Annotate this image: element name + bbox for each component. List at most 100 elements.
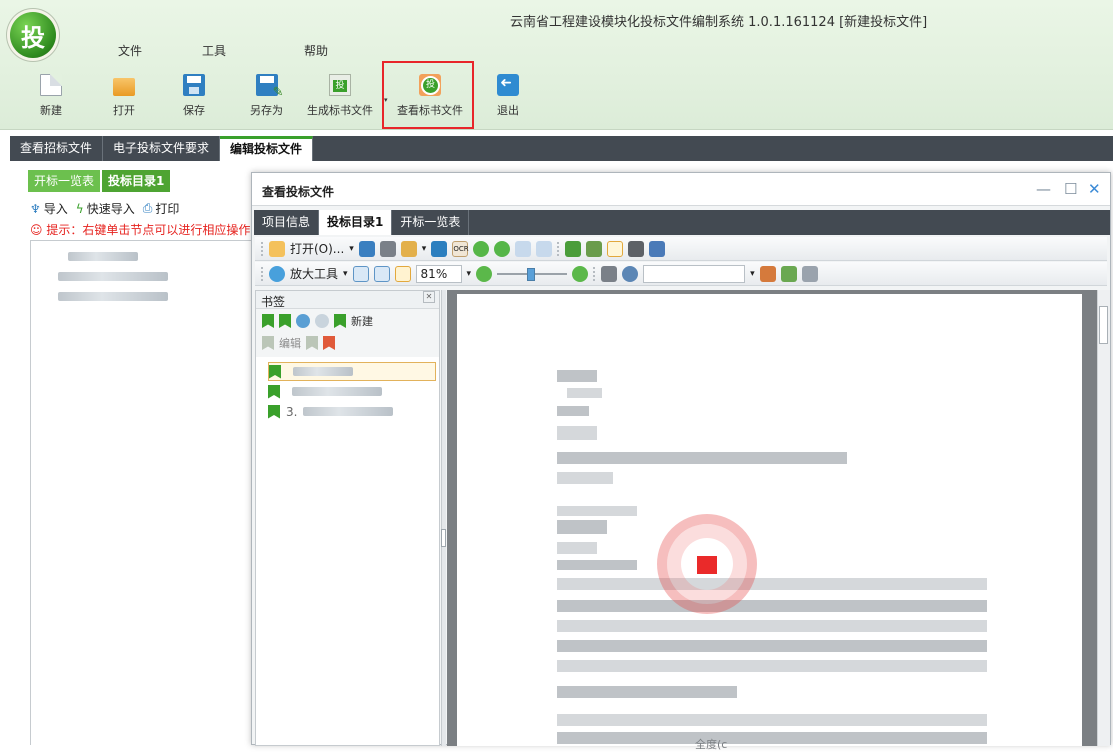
pixelated-text xyxy=(557,542,597,554)
undo-icon[interactable] xyxy=(515,240,532,257)
chevron-down-icon[interactable]: ▾ xyxy=(349,244,354,254)
tools-icon[interactable] xyxy=(801,265,818,282)
collapse-bookmark-icon[interactable] xyxy=(279,314,291,328)
new-bookmark-label[interactable]: 新建 xyxy=(351,313,373,329)
zoom-plus-icon[interactable] xyxy=(572,265,589,282)
save-button-label: 保存 xyxy=(183,104,205,117)
maximize-icon[interactable]: ☐ xyxy=(1064,180,1077,198)
zoom-in-icon[interactable] xyxy=(296,314,310,328)
fit-page-icon[interactable] xyxy=(373,265,390,282)
back-icon[interactable] xyxy=(473,240,490,257)
tree-node[interactable] xyxy=(68,252,138,261)
edit-bookmark-icon[interactable] xyxy=(262,336,274,350)
minimize-icon[interactable]: — xyxy=(1036,180,1051,198)
save-button[interactable]: 保存 xyxy=(183,74,205,124)
chevron-down-icon[interactable]: ▾ xyxy=(750,269,755,279)
tree-node[interactable] xyxy=(58,292,168,301)
open-menu[interactable]: 打开(O)... xyxy=(290,240,344,257)
rotate-icon[interactable] xyxy=(565,240,582,257)
bookmark-color-icon[interactable] xyxy=(323,336,335,350)
vertical-scrollbar[interactable] xyxy=(1097,290,1110,746)
toolbar-grip xyxy=(261,241,264,256)
binoculars-icon[interactable] xyxy=(601,265,618,282)
tab-bid-catalog[interactable]: 投标目录1 xyxy=(319,210,393,235)
email-icon[interactable] xyxy=(431,240,448,257)
snapshot-icon[interactable] xyxy=(628,240,645,257)
lightning-icon: ϟ xyxy=(75,201,84,216)
close-icon[interactable]: ✕ xyxy=(1088,180,1101,198)
forward-icon[interactable] xyxy=(494,240,511,257)
save-icon[interactable] xyxy=(358,240,375,257)
search-input[interactable] xyxy=(643,264,746,283)
fit-width-icon[interactable] xyxy=(394,265,411,282)
new-bookmark-icon[interactable] xyxy=(334,314,346,328)
pixelated-text xyxy=(557,560,637,570)
hand-tool-icon[interactable] xyxy=(607,240,624,257)
collapse-handle[interactable] xyxy=(441,529,446,547)
text-select-icon[interactable] xyxy=(649,240,666,257)
globe-icon[interactable] xyxy=(622,265,639,282)
seal-center-icon xyxy=(697,556,717,574)
signature-icon[interactable] xyxy=(780,265,797,282)
zoom-input[interactable]: 81% xyxy=(415,264,462,283)
generate-bid-icon xyxy=(329,74,351,96)
bookmark-node[interactable] xyxy=(268,382,436,401)
printer-icon: ⎙ xyxy=(142,201,153,215)
zoom-in-icon[interactable] xyxy=(269,265,285,282)
subtab-bid-catalog[interactable]: 投标目录1 xyxy=(102,170,171,192)
bookmarks-title: 书签 xyxy=(261,295,286,309)
bookmark-node[interactable] xyxy=(268,362,436,381)
open-folder-icon[interactable] xyxy=(269,240,285,257)
tree-node[interactable] xyxy=(58,272,168,281)
quick-import-button[interactable]: ϟ 快速导入 xyxy=(76,200,135,217)
zoom-out-icon[interactable] xyxy=(315,314,329,328)
page-icon[interactable] xyxy=(586,240,603,257)
pixelated-text xyxy=(557,686,737,698)
print-button[interactable]: ⎙ 打印 xyxy=(143,200,180,217)
chevron-down-icon[interactable]: ▾ xyxy=(467,269,472,279)
pixelated-text xyxy=(557,452,847,464)
zoom-out-icon[interactable] xyxy=(476,265,493,282)
left-sub-tabs: 开标一览表 投标目录1 xyxy=(28,170,172,192)
zoom-slider[interactable] xyxy=(497,267,568,281)
redo-icon[interactable] xyxy=(536,240,553,257)
close-icon[interactable]: ✕ xyxy=(423,291,435,303)
delete-bookmark-icon[interactable] xyxy=(306,336,318,350)
expand-bookmark-icon[interactable] xyxy=(262,314,274,328)
menu-file[interactable]: 文件 xyxy=(118,42,142,59)
menu-tools[interactable]: 工具 xyxy=(202,42,226,59)
import-button[interactable]: ♆ 导入 xyxy=(30,200,68,217)
chevron-down-icon[interactable]: ▾ xyxy=(343,269,348,279)
tab-bid-opening[interactable]: 开标一览表 xyxy=(392,210,470,235)
zoom-tool-menu[interactable]: 放大工具 xyxy=(290,265,338,282)
tab-view-tender[interactable]: 查看招标文件 xyxy=(10,136,104,161)
bookmark-text xyxy=(292,387,382,396)
ocr-icon[interactable]: OCR xyxy=(452,240,469,257)
toolbar-grip xyxy=(557,241,560,256)
pixelated-text xyxy=(557,520,607,534)
generate-bid-button[interactable]: 生成标书文件 xyxy=(307,74,373,124)
stamp-icon[interactable] xyxy=(759,265,776,282)
tab-edit-bid[interactable]: 编辑投标文件 xyxy=(220,136,314,161)
subtab-bid-opening[interactable]: 开标一览表 xyxy=(28,170,101,192)
new-button[interactable]: 新建 xyxy=(40,74,62,124)
actual-size-icon[interactable] xyxy=(352,265,369,282)
usb-import-icon: ♆ xyxy=(30,201,41,216)
edit-bookmark-label[interactable]: 编辑 xyxy=(279,335,301,351)
scrollbar-thumb[interactable] xyxy=(1099,306,1108,344)
menu-help[interactable]: 帮助 xyxy=(304,42,328,59)
bookmark-node[interactable]: 3. xyxy=(268,402,436,421)
tab-project-info[interactable]: 项目信息 xyxy=(254,210,320,235)
print-icon[interactable] xyxy=(379,240,396,257)
pdf-toolbar-2: 放大工具 ▾ 81% ▾ ▾ xyxy=(255,262,1107,286)
exit-button[interactable]: 退出 xyxy=(497,74,519,124)
pane-splitter[interactable] xyxy=(441,290,446,746)
bookmark-text xyxy=(293,367,353,376)
export-icon[interactable] xyxy=(400,240,417,257)
exit-button-label: 退出 xyxy=(497,104,519,117)
chevron-down-icon[interactable]: ▾ xyxy=(422,244,427,254)
tab-bid-requirements[interactable]: 电子投标文件要求 xyxy=(103,136,221,161)
open-button[interactable]: 打开 xyxy=(113,74,135,124)
save-as-button[interactable]: 另存为 xyxy=(250,74,284,124)
document-view[interactable]: 全度(c xyxy=(447,290,1097,751)
